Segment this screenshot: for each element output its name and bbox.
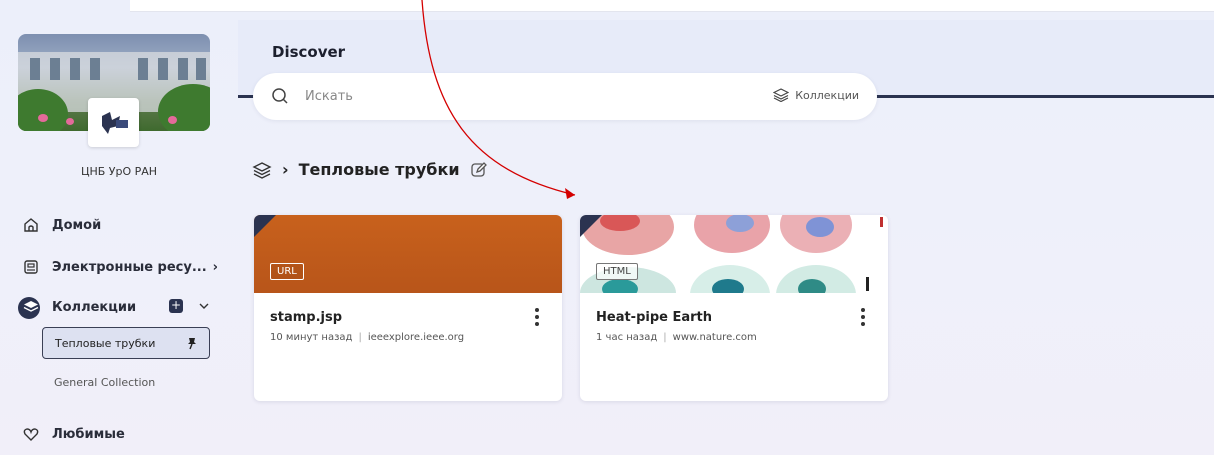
breadcrumb-separator: › [282,160,289,179]
collections-filter-label: Коллекции [795,88,859,102]
chevron-right-icon: › [212,259,219,275]
breadcrumb-current: Тепловые трубки [298,160,460,179]
card-heat-pipe-earth[interactable]: HTML Heat-pipe Earth 1 час назад | www.nat… [580,215,888,401]
card-title[interactable]: Heat-pipe Earth [596,310,712,325]
layers-icon [773,88,790,102]
chevron-down-icon[interactable] [198,301,210,311]
sidebar: ЦНБ УрО РАН Домой Электронные ресу... › … [0,0,238,455]
home-icon [24,218,38,232]
card-title[interactable]: stamp.jsp [270,310,342,325]
card-menu-button[interactable] [860,307,866,327]
nav-collections[interactable]: Коллекции [22,298,136,316]
card-menu-button[interactable] [534,307,540,327]
sidebar-collection-general[interactable]: General Collection [54,376,155,389]
card-corner-marker [580,215,602,237]
card-source: ieeexplore.ieee.org [367,332,465,343]
card-thumbnail [254,215,562,293]
organization-logo [88,98,139,147]
sidebar-collection-teplovye-trubki[interactable]: Тепловые трубки [42,327,210,359]
card-time: 1 час назад [596,332,658,343]
card-time: 10 минут назад [270,332,353,343]
search-icon [272,88,288,104]
card-corner-marker [254,215,276,237]
nav-favorites[interactable]: Любимые [22,425,125,443]
library-icon [24,260,38,274]
page-title: Discover [272,43,346,61]
card-meta: 10 минут назад | ieeexplore.ieee.org [270,332,465,343]
nav-electronic-resources[interactable]: Электронные ресу... › [22,258,218,276]
card-type-badge: URL [270,263,304,280]
card-type-badge: HTML [596,263,638,280]
add-collection-button[interactable]: + [169,299,183,313]
layers-icon[interactable] [252,161,272,179]
pin-icon[interactable] [185,336,199,350]
search-input[interactable]: Искать [305,89,353,104]
edit-icon[interactable] [470,161,488,179]
card-thumbnail [580,215,888,293]
card-meta: 1 час назад | www.nature.com [596,332,757,343]
search-bar[interactable]: Искать Коллекции [253,73,877,120]
nav-home[interactable]: Домой [22,216,101,234]
layers-icon [23,301,39,312]
heart-icon [23,428,39,441]
card-stamp-jsp[interactable]: URL stamp.jsp 10 минут назад | ieeexplore.… [254,215,562,401]
organization-name: ЦНБ УрО РАН [80,165,158,178]
card-source: www.nature.com [672,332,757,343]
search-collections-filter[interactable]: Коллекции [773,88,859,102]
top-bar [130,0,1214,12]
breadcrumb: › Тепловые трубки [252,160,488,179]
